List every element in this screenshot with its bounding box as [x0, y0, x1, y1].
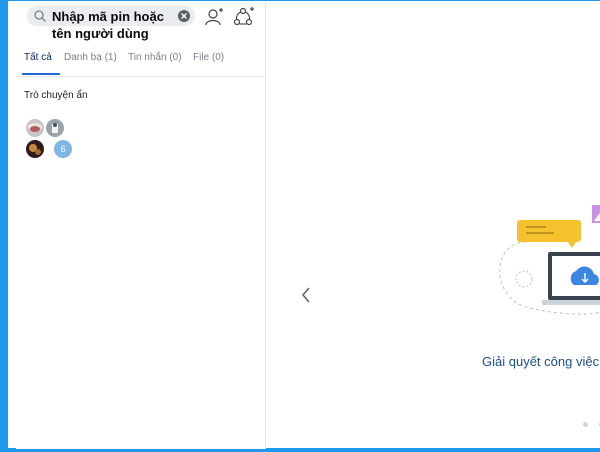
search-icon	[34, 10, 46, 22]
chevron-left-icon[interactable]	[300, 286, 312, 304]
tab-messages[interactable]: Tin nhắn (0)	[128, 52, 182, 63]
avatar[interactable]	[26, 140, 44, 158]
clear-icon[interactable]	[177, 9, 191, 23]
create-group-icon[interactable]	[233, 6, 255, 28]
search-box[interactable]: Nhập mã pin hoặc tên người dùng	[27, 6, 195, 41]
avatar[interactable]	[46, 119, 64, 137]
avatar[interactable]	[26, 119, 44, 137]
welcome-caption: Giải quyết công việc	[482, 354, 600, 369]
sidebar: Nhập mã pin hoặc tên người dùng Tất cả D…	[16, 2, 266, 449]
tab-bar: Tất cả Danh bạ (1) Tin nhắn (0) File (0)	[16, 42, 265, 77]
search-input[interactable]: Nhập mã pin hoặc tên người dùng	[52, 8, 177, 42]
add-friend-icon[interactable]	[204, 7, 224, 27]
welcome-panel: Giải quyết công việc V	[266, 2, 600, 449]
active-tab-indicator	[22, 73, 60, 75]
illustration-image	[499, 205, 600, 315]
hidden-chats-count-badge[interactable]: 6	[54, 140, 72, 158]
tab-all[interactable]: Tất cả	[24, 52, 52, 63]
hidden-chats-label[interactable]: Trò chuyện ẩn	[24, 90, 88, 101]
carousel-dot[interactable]	[583, 422, 588, 427]
tab-contacts[interactable]: Danh bạ (1)	[64, 52, 117, 63]
app-window: Nhập mã pin hoặc tên người dùng Tất cả D…	[0, 0, 600, 452]
tab-files[interactable]: File (0)	[193, 52, 224, 63]
